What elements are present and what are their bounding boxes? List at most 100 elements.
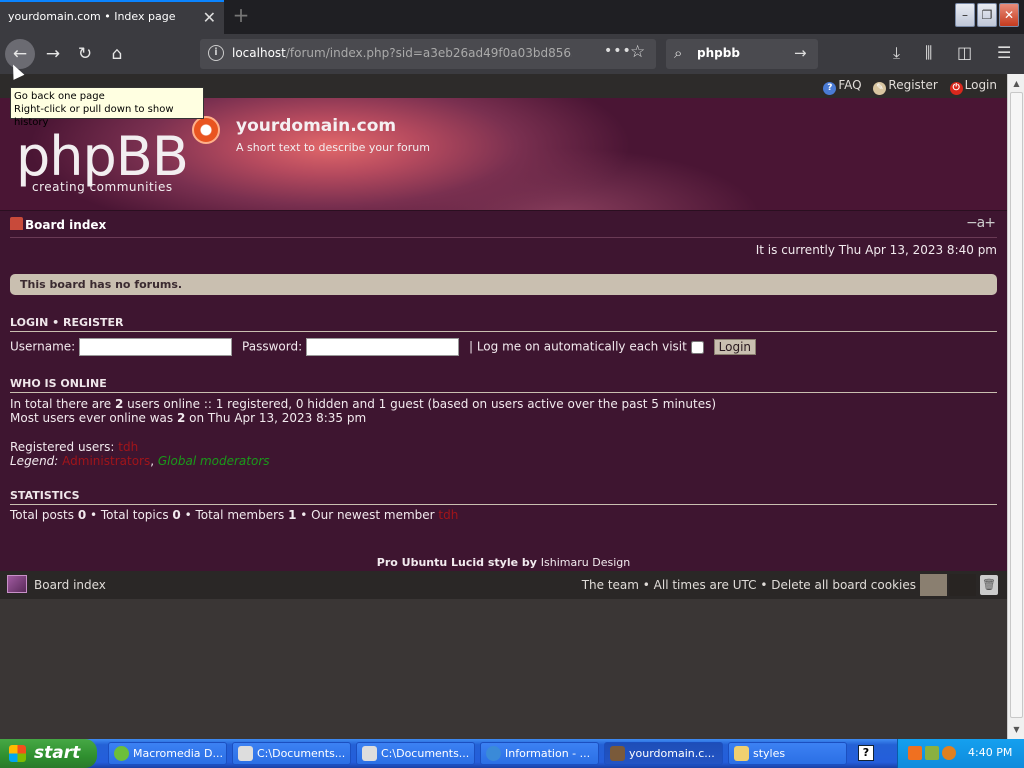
legend-moderators-link[interactable]: Global moderators: [158, 454, 270, 468]
tooltip-line-2: Right-click or pull down to show history: [14, 104, 174, 128]
breadcrumb-board-index[interactable]: Board index: [25, 218, 106, 232]
download-icon[interactable]: ⤓: [893, 43, 900, 63]
page-viewport: ? FAQ ✎ Register ⏻ Login phpBB creating com…: [0, 74, 1007, 739]
page-actions-icon[interactable]: •••: [604, 43, 632, 59]
breadcrumb[interactable]: Board index: [10, 217, 106, 232]
login-register-heading[interactable]: LOGIN • REGISTER: [10, 316, 997, 332]
home-icon[interactable]: ⌂: [102, 39, 132, 69]
forward-arrow-icon[interactable]: →: [38, 39, 68, 69]
taskbar-item-label: C:\Documents...: [257, 747, 346, 760]
back-button-tooltip: Go back one page Right-click or pull dow…: [10, 87, 204, 128]
browser-tab[interactable]: yourdomain.com • Index page ✕: [0, 0, 224, 34]
search-go-icon[interactable]: →: [794, 44, 807, 62]
site-info-icon[interactable]: i: [208, 45, 224, 61]
search-input[interactable]: phpbb: [697, 46, 740, 60]
trash-icon[interactable]: 🗑: [980, 575, 998, 595]
most-online-record: Most users ever online was 2 on Thu Apr …: [10, 411, 366, 425]
topics-label: • Total topics: [86, 508, 173, 522]
library-icon[interactable]: ⫼: [925, 43, 932, 63]
credit-text: Pro Ubuntu Lucid style by: [376, 556, 541, 569]
most-date: on Thu Apr 13, 2023 8:35 pm: [185, 411, 367, 425]
taskbar-item-ie[interactable]: Information - ...: [480, 742, 599, 765]
url-text[interactable]: localhost/forum/index.php?sid=a3eb26ad49…: [232, 46, 572, 60]
help-icon[interactable]: ?: [858, 745, 874, 761]
reload-icon[interactable]: ↻: [70, 39, 100, 69]
network-tray-icon[interactable]: [925, 746, 939, 760]
board-index-icon: [7, 575, 27, 593]
firefox-icon: [610, 746, 625, 761]
password-label: Password:: [242, 339, 303, 354]
password-field[interactable]: [306, 338, 460, 356]
taskbar-item-7zip-2[interactable]: C:\Documents...: [356, 742, 475, 765]
registered-user-link[interactable]: tdh: [118, 440, 138, 454]
legend-administrators-link[interactable]: Administrators: [62, 454, 150, 468]
xampp-tray-icon[interactable]: [908, 746, 922, 760]
taskbar-item-styles-folder[interactable]: styles: [728, 742, 847, 765]
new-tab-icon[interactable]: +: [230, 4, 252, 26]
members-label: • Total members: [180, 508, 289, 522]
taskbar-item-label: C:\Documents...: [381, 747, 470, 760]
autologin-label: | Log me on automatically each visit: [468, 339, 687, 354]
register-icon: ✎: [873, 82, 887, 95]
phpbb-logo[interactable]: phpBB: [16, 128, 189, 186]
login-power-icon: ⏻: [949, 82, 963, 95]
start-button[interactable]: start: [0, 739, 97, 768]
address-bar[interactable]: i localhost/forum/index.php?sid=a3eb26ad…: [200, 39, 656, 69]
legend-label: Legend:: [10, 454, 59, 468]
7zip-icon: [238, 746, 253, 761]
login-button[interactable]: Login: [713, 339, 757, 355]
topics-count: 0: [172, 508, 181, 522]
font-size-change-icon[interactable]: −a+: [966, 215, 996, 231]
autologin-checkbox[interactable]: [690, 340, 704, 354]
search-bar[interactable]: ⌕ phpbb →: [666, 39, 818, 69]
window-maximize-button[interactable]: ❐: [977, 3, 997, 27]
newest-member-link[interactable]: tdh: [438, 508, 458, 522]
taskbar-item-dreamweaver[interactable]: Macromedia D...: [108, 742, 227, 765]
vertical-scrollbar[interactable]: ▲ ▼: [1007, 74, 1024, 739]
folder-icon: [734, 746, 749, 761]
windows-taskbar: start Macromedia D... C:\Documents... C:…: [0, 739, 1024, 768]
online-summary: In total there are 2 users online :: 1 r…: [10, 397, 716, 411]
taskbar-item-label: yourdomain.c...: [629, 747, 715, 760]
window-close-button[interactable]: ✕: [999, 3, 1019, 27]
online-detail: users online :: 1 registered, 0 hidden a…: [123, 397, 717, 411]
faq-icon: ?: [823, 82, 837, 95]
scroll-down-icon[interactable]: ▼: [1009, 722, 1024, 737]
divider: [10, 237, 997, 238]
register-link[interactable]: Register: [888, 78, 937, 92]
taskbar-item-label: styles: [753, 747, 786, 760]
taskbar-item-7zip-1[interactable]: C:\Documents...: [232, 742, 351, 765]
window-minimize-button[interactable]: –: [955, 3, 975, 27]
footer-board-index-link[interactable]: Board index: [34, 578, 106, 592]
current-time-text: It is currently Thu Apr 13, 2023 8:40 pm: [755, 243, 997, 257]
posts-label: Total posts: [10, 508, 78, 522]
faq-link[interactable]: FAQ: [838, 78, 861, 92]
credit-author-link[interactable]: Ishimaru Design: [541, 556, 630, 569]
start-label: start: [34, 743, 81, 763]
windows-logo-icon: [9, 745, 26, 762]
newest-member-label: • Our newest member: [296, 508, 439, 522]
search-tray-icon[interactable]: [942, 746, 956, 760]
hamburger-menu-icon[interactable]: ☰: [997, 43, 1011, 62]
scrollbar-thumb[interactable]: [1010, 92, 1023, 718]
who-is-online-heading[interactable]: WHO IS ONLINE: [10, 377, 997, 393]
system-tray: 4:40 PM: [897, 739, 1024, 768]
username-field[interactable]: [79, 338, 233, 356]
most-text: Most users ever online was: [10, 411, 177, 425]
style-credit: Pro Ubuntu Lucid style by Ishimaru Desig…: [0, 556, 1007, 569]
style-swatch-light[interactable]: [920, 574, 947, 596]
sidebar-icon[interactable]: ◫: [957, 43, 972, 62]
tab-close-icon[interactable]: ✕: [203, 8, 216, 27]
legend-line: Legend: Administrators, Global moderator…: [10, 454, 270, 468]
taskbar-item-firefox[interactable]: yourdomain.c...: [604, 742, 723, 765]
style-swatch-dark[interactable]: [949, 574, 976, 596]
registered-users-line: Registered users: tdh: [10, 440, 138, 454]
forum-content: Board index −a+ It is currently Thu Apr …: [0, 211, 1007, 571]
scroll-up-icon[interactable]: ▲: [1009, 76, 1024, 91]
bookmark-star-icon[interactable]: ☆: [630, 42, 645, 62]
online-text: In total there are: [10, 397, 115, 411]
tab-bar: yourdomain.com • Index page ✕ + – ❐ ✕: [0, 0, 1024, 34]
footer-links[interactable]: The team • All times are UTC • Delete al…: [582, 578, 916, 592]
taskbar-item-label: Macromedia D...: [133, 747, 224, 760]
login-link[interactable]: Login: [965, 78, 997, 92]
